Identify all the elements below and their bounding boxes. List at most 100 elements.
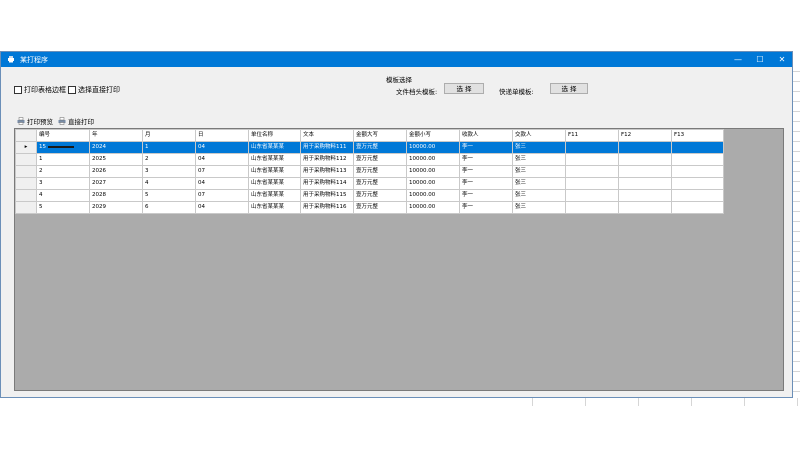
table-cell[interactable]: 山东省某某某 <box>248 165 301 178</box>
table-cell[interactable]: 10000.00 <box>406 189 460 202</box>
row-header[interactable] <box>15 177 37 190</box>
table-cell[interactable]: 2025 <box>89 153 143 166</box>
table-cell[interactable] <box>671 201 724 214</box>
table-cell[interactable]: 用于采购物料114 <box>300 177 354 190</box>
row-header[interactable] <box>15 201 37 214</box>
print-preview-button[interactable]: 打印预览 <box>17 116 53 126</box>
table-cell[interactable]: 用于采购物料116 <box>300 201 354 214</box>
table-row[interactable]: 5 2029 6 04 山东省某某某 用于采购物料116 壹万元整 10000.00 李一 张三 <box>15 201 724 214</box>
print-edge-checkbox[interactable]: 打印表格边框 <box>14 85 66 95</box>
column-header[interactable]: 金额大写 <box>353 129 407 142</box>
checkbox-box[interactable] <box>14 86 22 94</box>
column-header[interactable]: F12 <box>618 129 672 142</box>
table-cell[interactable]: 壹万元整 <box>353 165 407 178</box>
column-header[interactable]: 金额小写 <box>406 129 460 142</box>
table-cell[interactable]: 山东省某某某 <box>248 177 301 190</box>
row-header[interactable]: ▸ <box>15 141 37 154</box>
table-row[interactable]: 4 2028 5 07 山东省某某某 用于采购物料115 壹万元整 10000.00 李一 张三 <box>15 189 724 202</box>
table-cell[interactable]: 04 <box>195 141 249 154</box>
table-cell[interactable]: 张三 <box>512 153 566 166</box>
table-cell[interactable]: 04 <box>195 201 249 214</box>
table-cell[interactable] <box>565 165 619 178</box>
table-cell[interactable]: 李一 <box>459 189 513 202</box>
table-row[interactable]: 2 2026 3 07 山东省某某某 用于采购物料113 壹万元整 10000.00 李一 张三 <box>15 165 724 178</box>
table-cell[interactable]: 10000.00 <box>406 201 460 214</box>
table-cell[interactable] <box>565 141 619 154</box>
table-cell[interactable]: 07 <box>195 165 249 178</box>
table-cell[interactable]: 10000.00 <box>406 153 460 166</box>
file-template-select-button[interactable]: 选 择 <box>444 83 484 94</box>
direct-print-checkbox[interactable]: 选择直接打印 <box>68 85 120 95</box>
table-cell[interactable]: 张三 <box>512 201 566 214</box>
row-header[interactable] <box>15 165 37 178</box>
table-cell[interactable]: 用于采购物料113 <box>300 165 354 178</box>
column-header[interactable]: 年 <box>89 129 143 142</box>
table-cell[interactable]: 用于采购物料112 <box>300 153 354 166</box>
table-cell[interactable]: 3 <box>36 177 90 190</box>
table-cell[interactable]: 张三 <box>512 141 566 154</box>
title-bar[interactable]: 某打程序 — ☐ ✕ <box>1 52 792 67</box>
table-cell[interactable]: 用于采购物料115 <box>300 189 354 202</box>
table-cell[interactable]: 用于采购物料111 <box>300 141 354 154</box>
table-cell[interactable]: 李一 <box>459 141 513 154</box>
table-cell[interactable]: 04 <box>195 177 249 190</box>
table-cell[interactable]: 2029 <box>89 201 143 214</box>
column-header[interactable]: 日 <box>195 129 249 142</box>
column-header[interactable]: F13 <box>671 129 724 142</box>
table-cell[interactable]: 李一 <box>459 165 513 178</box>
table-cell[interactable]: 5 <box>36 201 90 214</box>
table-cell[interactable]: 山东省某某某 <box>248 141 301 154</box>
row-header[interactable] <box>15 189 37 202</box>
table-cell[interactable] <box>671 189 724 202</box>
column-header[interactable]: 月 <box>142 129 196 142</box>
table-cell[interactable] <box>618 141 672 154</box>
table-cell[interactable]: 山东省某某某 <box>248 153 301 166</box>
table-cell[interactable]: 5 <box>142 189 196 202</box>
column-header[interactable]: 编号 <box>36 129 90 142</box>
table-cell[interactable]: 壹万元整 <box>353 141 407 154</box>
minimize-button[interactable]: — <box>727 52 749 67</box>
table-cell[interactable]: 2 <box>36 165 90 178</box>
table-cell[interactable] <box>618 189 672 202</box>
table-cell[interactable]: 10000.00 <box>406 141 460 154</box>
table-cell[interactable]: 2 <box>142 153 196 166</box>
direct-print-button[interactable]: 直接打印 <box>58 116 94 126</box>
table-cell[interactable]: 1 <box>36 153 90 166</box>
table-cell[interactable] <box>671 165 724 178</box>
table-cell[interactable] <box>565 177 619 190</box>
table-cell[interactable]: 2028 <box>89 189 143 202</box>
table-cell[interactable]: 4 <box>142 177 196 190</box>
table-cell[interactable]: 壹万元整 <box>353 189 407 202</box>
column-header[interactable]: 交款人 <box>512 129 566 142</box>
table-cell[interactable]: 2024 <box>89 141 143 154</box>
table-cell[interactable]: 1 <box>142 141 196 154</box>
column-header[interactable]: 单位名称 <box>248 129 301 142</box>
table-cell[interactable]: 6 <box>142 201 196 214</box>
table-cell[interactable]: 15 <box>36 141 90 154</box>
table-cell[interactable]: 李一 <box>459 153 513 166</box>
table-cell[interactable] <box>618 177 672 190</box>
table-cell[interactable]: 04 <box>195 153 249 166</box>
table-cell[interactable]: 4 <box>36 189 90 202</box>
table-cell[interactable]: 壹万元整 <box>353 153 407 166</box>
table-row[interactable]: 3 2027 4 04 山东省某某某 用于采购物料114 壹万元整 10000.00 李一 张三 <box>15 177 724 190</box>
column-header[interactable]: 文本 <box>300 129 354 142</box>
checkbox-box[interactable] <box>68 86 76 94</box>
table-cell[interactable] <box>618 153 672 166</box>
table-cell[interactable]: 李一 <box>459 177 513 190</box>
table-cell[interactable]: 07 <box>195 189 249 202</box>
table-row[interactable]: 1 2025 2 04 山东省某某某 用于采购物料112 壹万元整 10000.00 李一 张三 <box>15 153 724 166</box>
maximize-button[interactable]: ☐ <box>749 52 771 67</box>
table-cell[interactable]: 10000.00 <box>406 177 460 190</box>
table-cell[interactable] <box>618 201 672 214</box>
table-cell[interactable]: 山东省某某某 <box>248 189 301 202</box>
table-cell[interactable] <box>565 153 619 166</box>
table-cell[interactable]: 10000.00 <box>406 165 460 178</box>
table-cell[interactable] <box>671 153 724 166</box>
table-cell[interactable]: 张三 <box>512 177 566 190</box>
data-grid[interactable]: 编号 年 月 日 单位名称 文本 金额大写 金额小写 收款人 交款人 F11 F… <box>14 128 784 391</box>
table-cell[interactable]: 山东省某某某 <box>248 201 301 214</box>
table-cell[interactable]: 2026 <box>89 165 143 178</box>
table-cell[interactable]: 壹万元整 <box>353 201 407 214</box>
single-template-select-button[interactable]: 选 择 <box>550 83 588 94</box>
